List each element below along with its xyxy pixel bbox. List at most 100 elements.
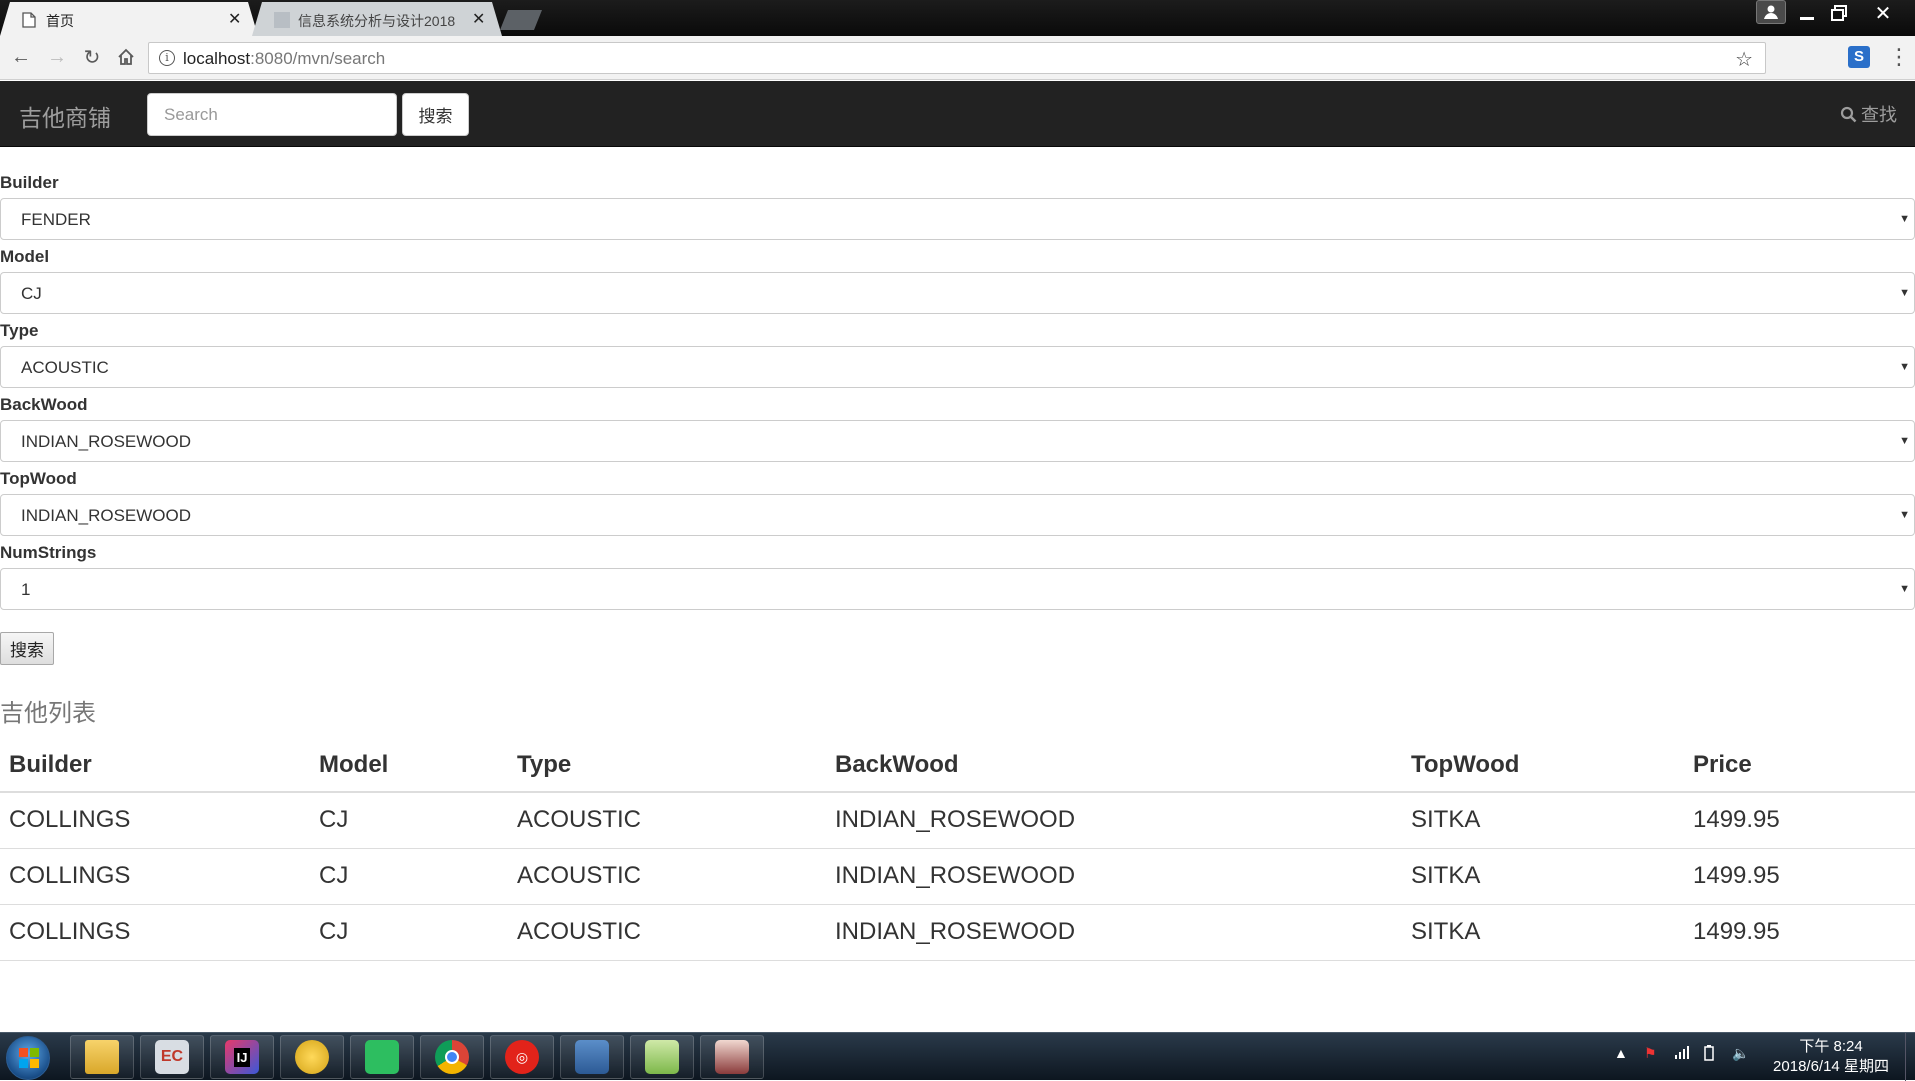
system-clock[interactable]: 下午 8:24 2018/6/14 星期四 <box>1766 1037 1896 1077</box>
qq-icon <box>295 1040 329 1074</box>
taskbar-anime-avatar[interactable] <box>700 1035 764 1079</box>
dropdown-arrow-icon: ▼ <box>1899 509 1910 521</box>
cell-topwood: SITKA <box>1402 792 1684 849</box>
cell-model: CJ <box>310 904 508 961</box>
backwood-select[interactable]: INDIAN_ROSEWOOD ▼ <box>0 420 1915 462</box>
dropdown-arrow-icon: ▼ <box>1899 435 1910 447</box>
taskbar-qq[interactable] <box>280 1035 344 1079</box>
tab-title: 信息系统分析与设计2018 <box>298 13 456 29</box>
battery-icon[interactable] <box>1704 1045 1714 1064</box>
cell-model: CJ <box>310 792 508 849</box>
taskbar-intellij[interactable]: IJ <box>210 1035 274 1079</box>
url-text: localhost:8080/mvn/search <box>183 49 386 68</box>
taskbar-notepad[interactable] <box>630 1035 694 1079</box>
column-header-builder: Builder <box>0 735 310 793</box>
eclipse-icon: EC <box>155 1040 189 1074</box>
extension-s-icon[interactable]: S <box>1848 46 1870 68</box>
tab-close-icon[interactable]: ✕ <box>472 9 485 29</box>
column-header-price: Price <box>1684 735 1915 793</box>
find-label: 查找 <box>1861 105 1897 125</box>
numstrings-select[interactable]: 1 ▼ <box>0 568 1915 610</box>
table-row: COLLINGS CJ ACOUSTIC INDIAN_ROSEWOOD SIT… <box>0 792 1915 849</box>
new-tab-button[interactable] <box>500 10 542 30</box>
column-header-backwood: BackWood <box>826 735 1402 793</box>
cell-price: 1499.95 <box>1684 848 1915 905</box>
chrome-icon <box>435 1040 469 1074</box>
cell-backwood: INDIAN_ROSEWOOD <box>826 904 1402 961</box>
dropdown-arrow-icon: ▼ <box>1899 583 1910 595</box>
taskbar-eclipse[interactable]: EC <box>140 1035 204 1079</box>
taskbar-remote-desktop[interactable] <box>560 1035 624 1079</box>
dropdown-arrow-icon: ▼ <box>1899 213 1910 225</box>
model-label: Model <box>0 247 50 266</box>
action-center-flag-icon[interactable]: ⚑ <box>1644 1045 1657 1062</box>
dropdown-arrow-icon: ▼ <box>1899 361 1910 373</box>
tab-close-icon[interactable]: ✕ <box>228 9 241 29</box>
taskbar-netease-music[interactable]: ◎ <box>490 1035 554 1079</box>
cell-type: ACOUSTIC <box>508 848 826 905</box>
restore-icon[interactable] <box>1824 0 1854 26</box>
cell-price: 1499.95 <box>1684 792 1915 849</box>
taskbar-chrome[interactable] <box>420 1035 484 1079</box>
search-icon <box>1840 106 1857 122</box>
minimize-icon[interactable] <box>1792 0 1822 26</box>
table-row: COLLINGS CJ ACOUSTIC INDIAN_ROSEWOOD SIT… <box>0 904 1915 961</box>
user-profile-icon[interactable] <box>1756 0 1786 24</box>
builder-select[interactable]: FENDER ▼ <box>0 198 1915 240</box>
cell-price: 1499.95 <box>1684 904 1915 961</box>
cell-builder: COLLINGS <box>0 792 310 849</box>
site-info-icon[interactable]: i <box>159 50 175 66</box>
browser-titlebar: 首页 ✕ 信息系统分析与设计2018 ✕ ✕ <box>0 0 1915 36</box>
topwood-label: TopWood <box>0 469 77 488</box>
column-header-topwood: TopWood <box>1402 735 1684 793</box>
network-signal-icon[interactable] <box>1674 1045 1690 1062</box>
windows-taskbar: EC IJ ◎ ▲ ⚑ 🔈 下午 8:24 2018/6/14 星期四 <box>0 1032 1915 1081</box>
address-bar[interactable]: i localhost:8080/mvn/search ☆ <box>148 42 1766 74</box>
site-navbar: 吉他商铺 搜索 查找 <box>0 81 1915 147</box>
reload-icon[interactable]: ↻ <box>79 44 105 70</box>
cell-topwood: SITKA <box>1402 848 1684 905</box>
show-desktop-button[interactable] <box>1905 1033 1915 1081</box>
find-link[interactable]: 查找 <box>1840 101 1897 127</box>
table-row: COLLINGS CJ ACOUSTIC INDIAN_ROSEWOOD SIT… <box>0 848 1915 905</box>
type-select[interactable]: ACOUSTIC ▼ <box>0 346 1915 388</box>
search-input[interactable] <box>147 93 397 136</box>
close-window-icon[interactable]: ✕ <box>1858 0 1908 26</box>
topwood-select[interactable]: INDIAN_ROSEWOOD ▼ <box>0 494 1915 536</box>
anime-avatar-icon <box>715 1040 749 1074</box>
netease-music-icon: ◎ <box>505 1040 539 1074</box>
tray-expand-icon[interactable]: ▲ <box>1614 1045 1628 1061</box>
back-icon[interactable]: ← <box>8 44 34 70</box>
cell-type: ACOUSTIC <box>508 792 826 849</box>
builder-label: Builder <box>0 173 59 192</box>
taskbar-file-explorer[interactable] <box>70 1035 134 1079</box>
start-button[interactable] <box>6 1036 50 1080</box>
menu-kebab-icon[interactable]: ⋮ <box>1888 44 1910 70</box>
taskbar-evernote[interactable] <box>350 1035 414 1079</box>
results-title: 吉他列表 <box>0 700 96 727</box>
bookmark-star-icon[interactable]: ☆ <box>1735 47 1753 72</box>
cell-type: ACOUSTIC <box>508 904 826 961</box>
guitar-search-form: Builder FENDER ▼ Model CJ ▼ Type ACOUSTI… <box>0 172 1915 616</box>
nav-search-button[interactable]: 搜索 <box>402 93 469 136</box>
tab-home[interactable]: 首页 ✕ <box>0 2 258 36</box>
page-icon <box>22 12 36 28</box>
remote-desktop-icon <box>575 1040 609 1074</box>
tab-course[interactable]: 信息系统分析与设计2018 ✕ <box>252 2 502 36</box>
numstrings-label: NumStrings <box>0 543 97 562</box>
evernote-icon <box>365 1040 399 1074</box>
dropdown-arrow-icon: ▼ <box>1899 287 1910 299</box>
backwood-label: BackWood <box>0 395 88 414</box>
volume-icon[interactable]: 🔈 <box>1732 1045 1749 1062</box>
windows-logo-icon <box>19 1048 39 1068</box>
tab-title: 首页 <box>46 13 74 29</box>
model-select[interactable]: CJ ▼ <box>0 272 1915 314</box>
home-icon[interactable] <box>113 44 139 70</box>
clock-date: 2018/6/14 星期四 <box>1773 1058 1889 1075</box>
cell-model: CJ <box>310 848 508 905</box>
column-header-model: Model <box>310 735 508 793</box>
submit-search-button[interactable]: 搜索 <box>0 632 54 665</box>
brand-logo[interactable]: 吉他商铺 <box>19 99 111 133</box>
column-header-type: Type <box>508 735 826 793</box>
forward-icon[interactable]: → <box>44 44 70 70</box>
